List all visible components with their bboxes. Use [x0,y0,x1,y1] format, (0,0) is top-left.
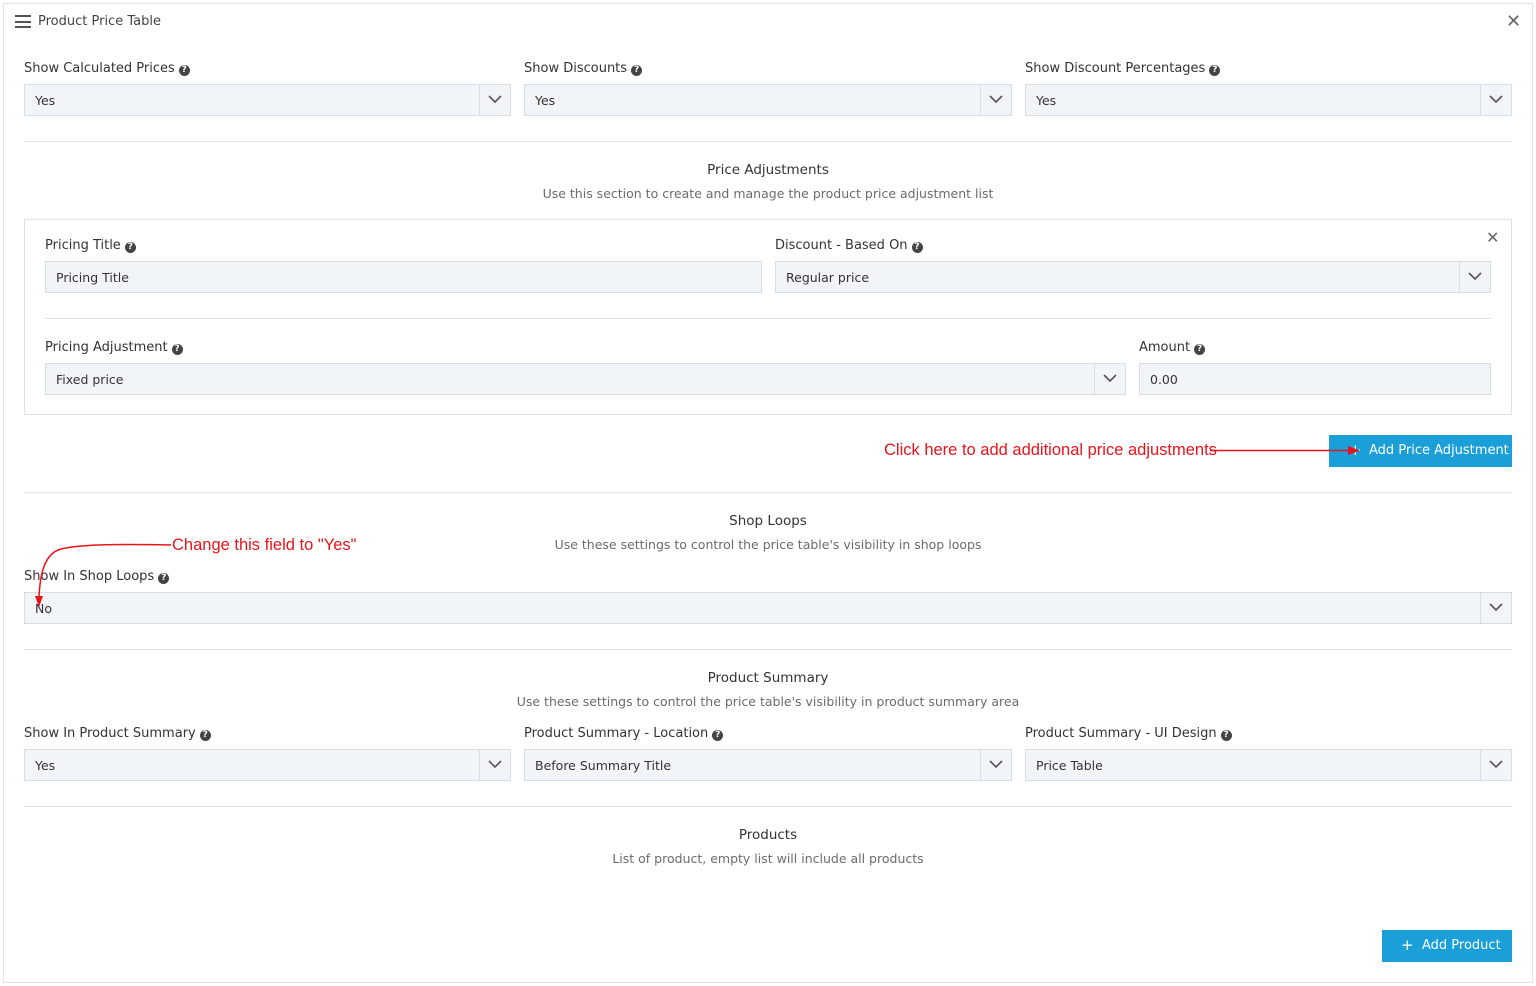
shop-loops-title: Shop Loops [729,513,807,529]
remove-adjustment-icon[interactable]: ✕ [1486,230,1499,246]
product-summary-description: Use these settings to control the price … [516,694,1020,709]
divider [45,318,1491,319]
help-icon[interactable]: ? [631,65,643,76]
products-title: Products [738,827,798,843]
chevron-down-icon [1480,750,1511,780]
divider [24,649,1512,650]
pricing-title-input[interactable]: Pricing Title [45,261,762,293]
panel-title: Product Price Table [38,14,161,29]
add-price-adjustment-button[interactable]: + Add Price Adjustment [1329,435,1512,467]
divider [24,492,1512,493]
product-summary-location-label: Product Summary - Location? [524,726,724,741]
add-adjustment-annotation: Click here to add additional price adjus… [884,441,1217,459]
chevron-down-icon [980,85,1011,115]
divider [24,141,1512,142]
product-summary-ui-design-label: Product Summary - UI Design? [1025,726,1232,741]
shop-loops-annotation: Change this field to "Yes" [172,536,357,554]
show-discount-percentages-label: Show Discount Percentages? [1025,61,1221,76]
product-summary-title: Product Summary [707,670,829,686]
show-in-product-summary-label: Show In Product Summary? [24,726,211,741]
pricing-adjustment-label: Pricing Adjustment? [45,340,183,355]
amount-input[interactable]: 0.00 [1139,363,1491,395]
help-icon[interactable]: ? [911,242,923,253]
help-icon[interactable]: ? [158,573,170,584]
help-icon[interactable]: ? [712,730,724,741]
show-in-shop-loops-label: Show In Shop Loops? [24,569,170,584]
show-calculated-prices-label: Show Calculated Prices? [24,61,190,76]
plus-icon: + [1349,441,1362,459]
help-icon[interactable]: ? [171,344,183,355]
show-discounts-select[interactable]: Yes [524,84,1012,116]
product-summary-location-select[interactable]: Before Summary Title [524,749,1012,781]
products-description: List of product, empty list will include… [612,851,924,866]
chevron-down-icon [1094,364,1125,394]
chevron-down-icon [980,750,1011,780]
help-icon[interactable]: ? [1209,65,1221,76]
help-icon[interactable]: ? [1194,344,1206,355]
chevron-down-icon [1480,85,1511,115]
help-icon[interactable]: ? [178,65,190,76]
product-summary-ui-design-select[interactable]: Price Table [1025,749,1512,781]
menu-icon[interactable] [15,15,31,28]
pricing-adjustment-select[interactable]: Fixed price [45,363,1126,395]
help-icon[interactable]: ? [124,242,136,253]
help-icon[interactable]: ? [1220,730,1232,741]
show-discount-percentages-select[interactable]: Yes [1025,84,1512,116]
show-in-product-summary-select[interactable]: Yes [24,749,511,781]
pricing-title-label: Pricing Title? [45,238,136,253]
chevron-down-icon [1480,593,1511,623]
chevron-down-icon [1459,262,1490,292]
price-adjustments-title: Price Adjustments [707,162,829,178]
amount-label: Amount? [1139,340,1206,355]
discount-based-on-label: Discount - Based On? [775,238,923,253]
divider [24,806,1512,807]
discount-based-on-select[interactable]: Regular price [775,261,1491,293]
plus-icon: + [1401,936,1414,954]
add-product-button[interactable]: + Add Product [1382,930,1512,962]
show-calculated-prices-select[interactable]: Yes [24,84,511,116]
price-adjustments-description: Use this section to create and manage th… [542,186,994,201]
show-discounts-label: Show Discounts? [524,61,643,76]
help-icon[interactable]: ? [199,730,211,741]
chevron-down-icon [479,85,510,115]
show-in-shop-loops-select[interactable]: No [24,592,1512,624]
chevron-down-icon [479,750,510,780]
close-panel-icon[interactable]: ✕ [1506,13,1521,31]
